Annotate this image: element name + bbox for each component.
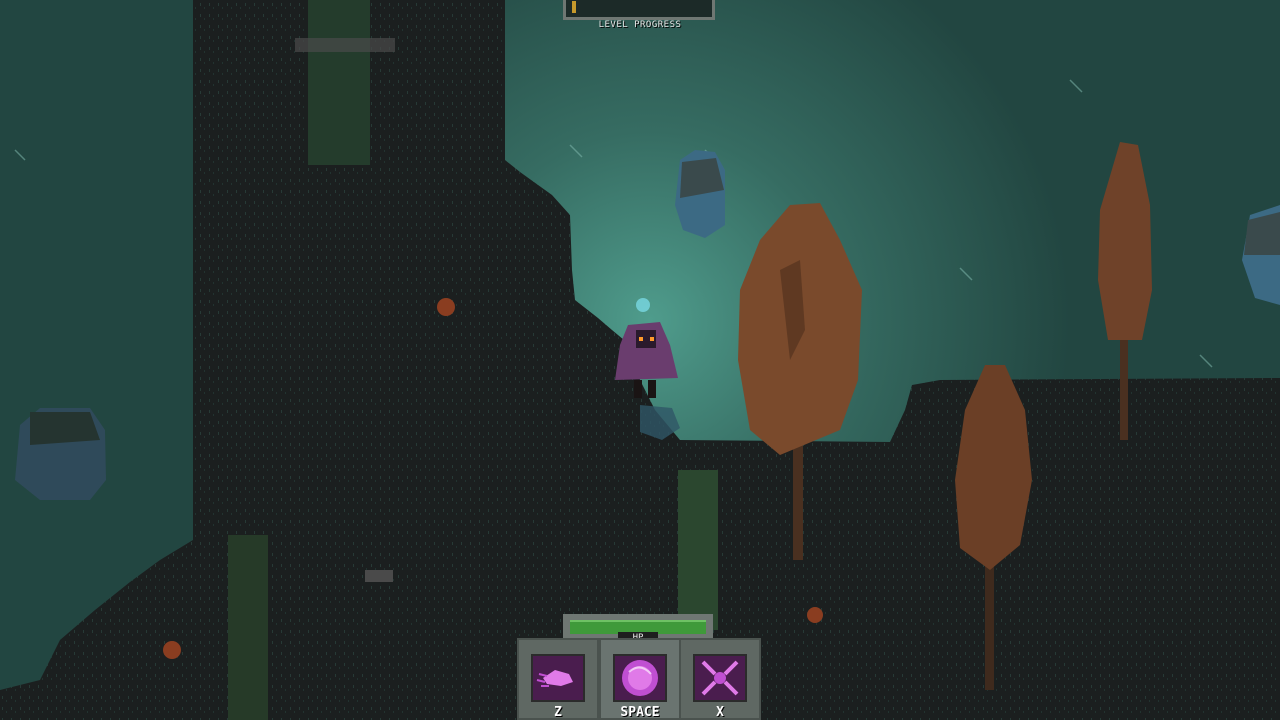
moss-strip-2 [678,470,718,630]
ability-slot-x[interactable]: X [679,638,761,720]
floating-rock-center [675,150,725,238]
floating-rock-left [15,408,106,500]
mushroom-2 [163,641,181,659]
mushroom-3 [807,607,823,623]
orb-icon [613,654,667,702]
moss-column [308,0,370,165]
burst-icon [693,654,747,702]
level-progress-bar [563,0,715,20]
stone-1 [365,570,393,582]
ability-slot-space[interactable]: SPACE [599,638,681,720]
ability-key-z: Z [554,705,562,720]
ability-key-space: SPACE [620,705,660,720]
level-progress-label: LEVEL PROGRESS [598,20,682,30]
mushroom-1 [437,298,455,316]
moss-strip-1 [228,535,268,720]
level-progress-fill [572,1,576,13]
stone-2 [295,38,395,52]
dash-icon [531,654,585,702]
ability-key-x: X [716,705,724,720]
game-scene [0,0,1280,720]
ability-slot-z[interactable]: Z [517,638,599,720]
